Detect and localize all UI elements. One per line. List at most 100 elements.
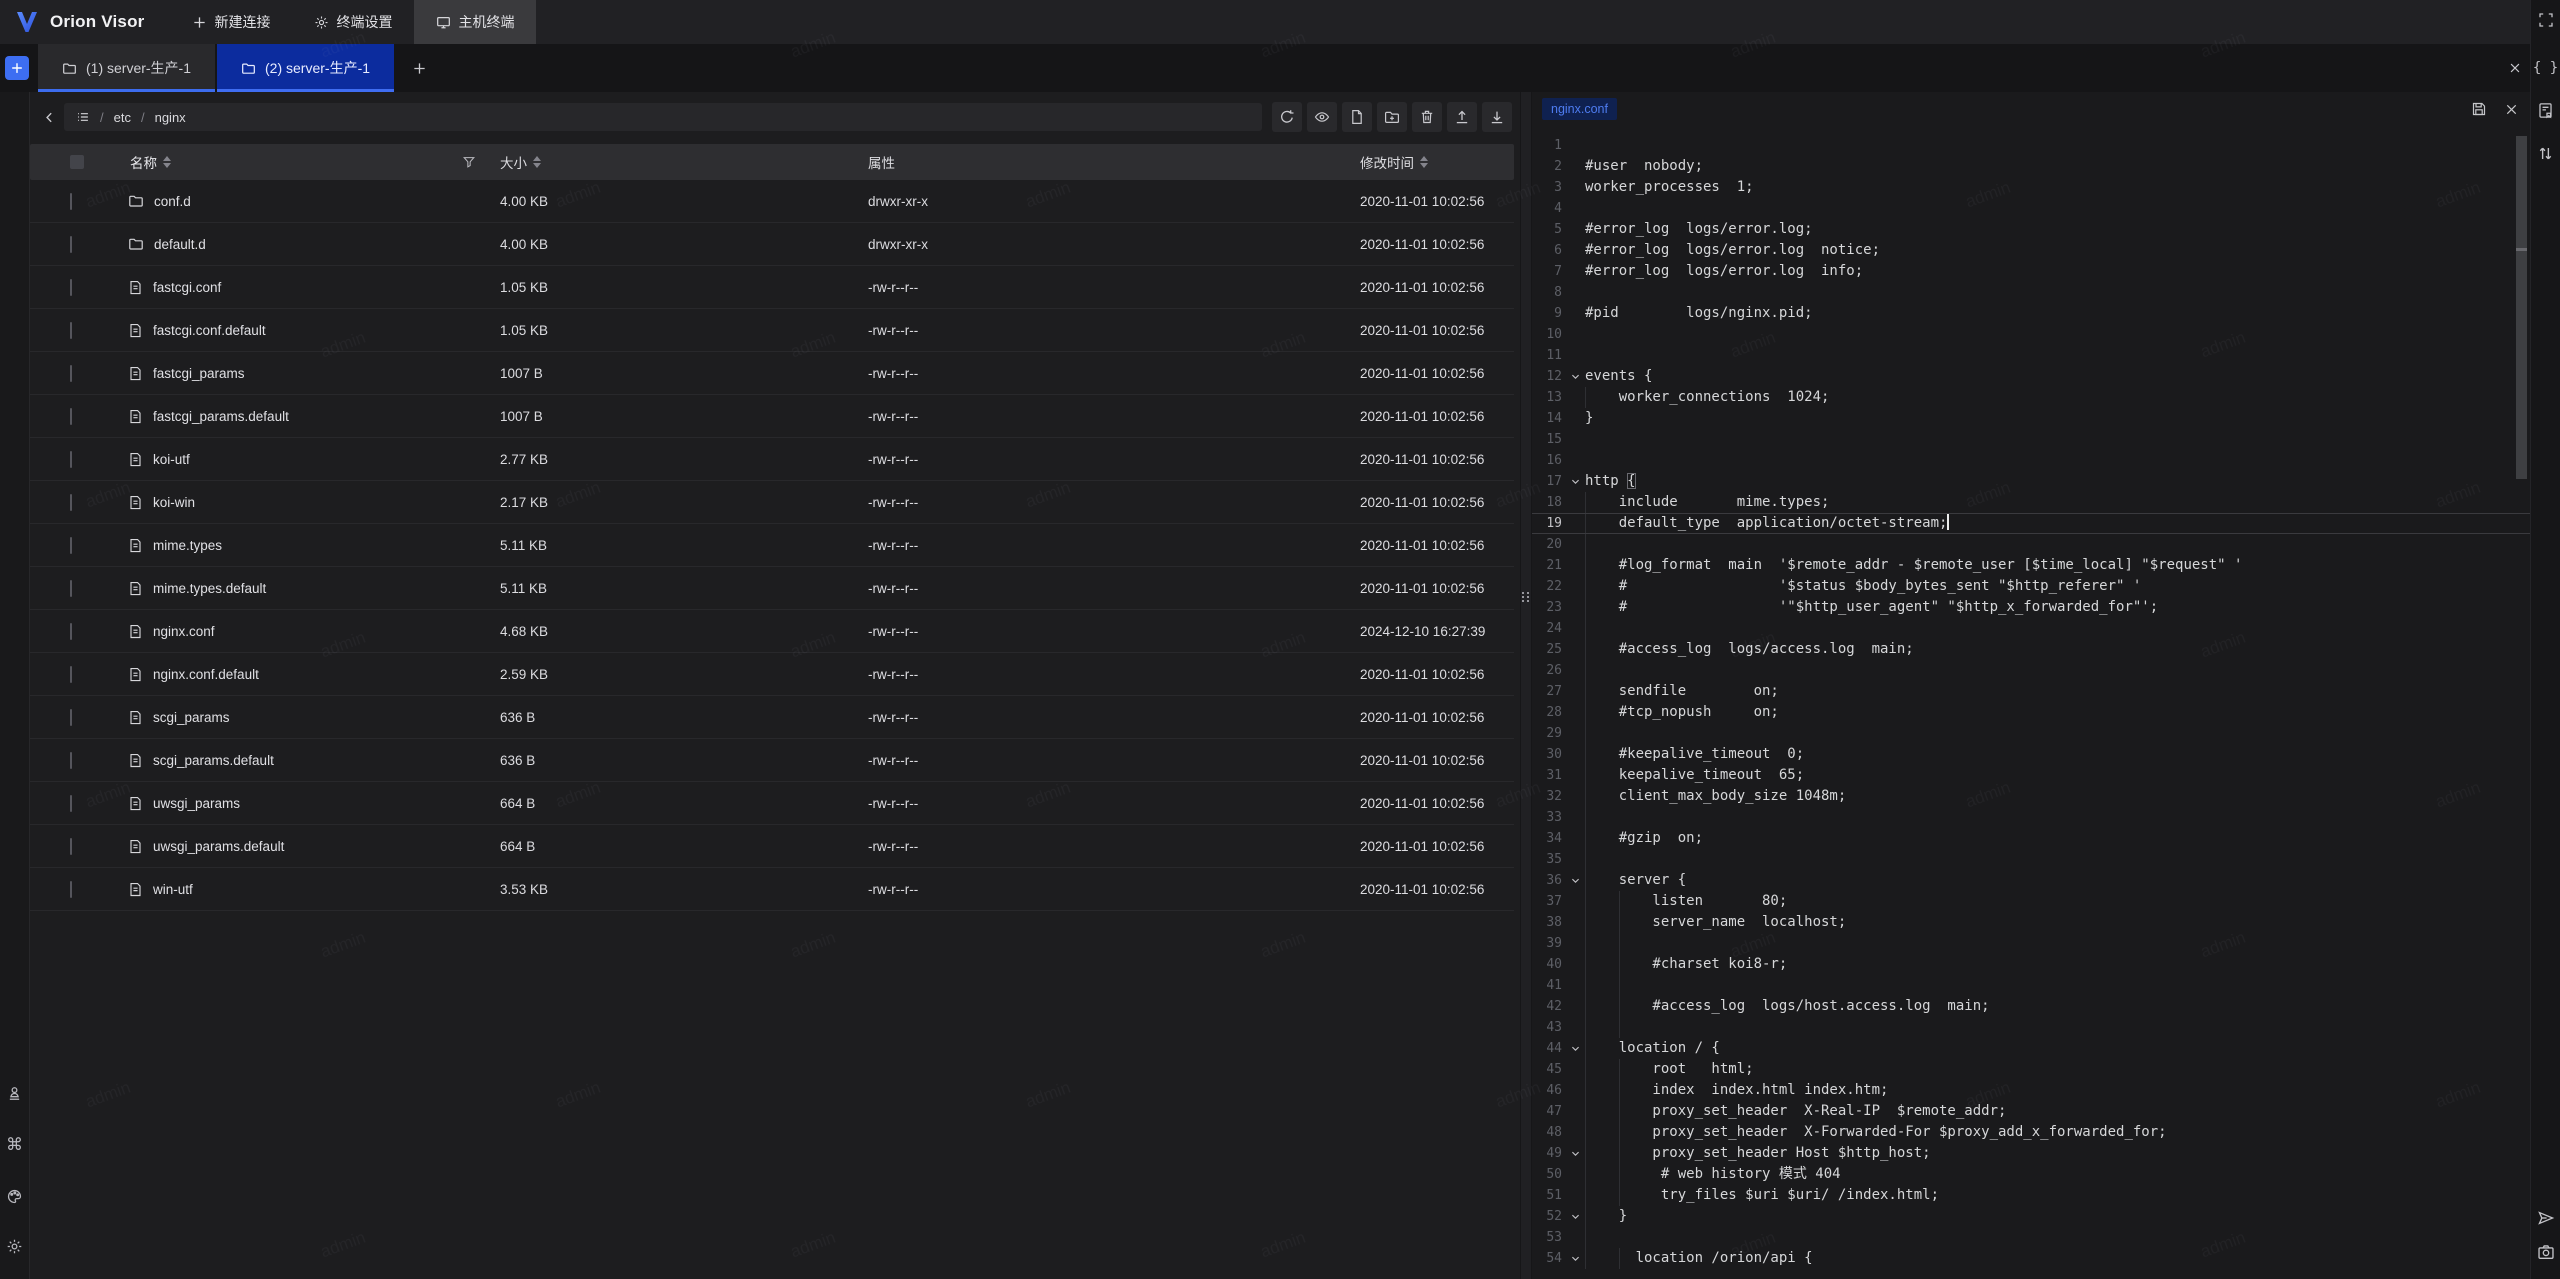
code-line[interactable]: 20: [1532, 534, 2530, 555]
filter-icon[interactable]: [462, 155, 476, 169]
row-checkbox[interactable]: [70, 408, 72, 425]
table-row[interactable]: nginx.conf4.68 KB-rw-r--r--2024-12-10 16…: [30, 610, 1514, 653]
theme-palette-icon[interactable]: [6, 1180, 23, 1213]
preview-button[interactable]: [1307, 102, 1337, 132]
code-line[interactable]: 23 # '"$http_user_agent" "$http_x_forwar…: [1532, 597, 2530, 618]
row-checkbox[interactable]: [70, 881, 72, 898]
code-line[interactable]: 11: [1532, 345, 2530, 366]
row-checkbox[interactable]: [70, 494, 72, 511]
row-checkbox[interactable]: [70, 451, 72, 468]
brand[interactable]: Orion Visor: [0, 0, 170, 44]
code-line[interactable]: 50 # web history 模式 404: [1532, 1164, 2530, 1185]
column-header-name[interactable]: 名称: [122, 152, 494, 172]
row-checkbox[interactable]: [70, 752, 72, 769]
column-header-mtime[interactable]: 修改时间: [1354, 152, 1514, 172]
nav-item-new-connection[interactable]: 新建连接: [170, 0, 292, 44]
code-line[interactable]: 8: [1532, 282, 2530, 303]
fold-toggle[interactable]: [1566, 1248, 1585, 1269]
table-row[interactable]: mime.types.default5.11 KB-rw-r--r--2020-…: [30, 567, 1514, 610]
table-row[interactable]: scgi_params.default636 B-rw-r--r--2020-1…: [30, 739, 1514, 782]
upload-button[interactable]: [1447, 102, 1477, 132]
new-file-button[interactable]: [1342, 102, 1372, 132]
code-line[interactable]: 54 location /orion/api {: [1532, 1248, 2530, 1269]
code-line[interactable]: 32 client_max_body_size 1048m;: [1532, 786, 2530, 807]
column-header-attr[interactable]: 属性: [862, 152, 1354, 172]
fold-toggle[interactable]: [1566, 471, 1585, 492]
row-checkbox[interactable]: [70, 623, 72, 640]
fold-toggle[interactable]: [1566, 870, 1585, 891]
code-line[interactable]: 18 include mime.types;: [1532, 492, 2530, 513]
nav-item-host-terminal[interactable]: 主机终端: [414, 0, 536, 44]
shortcuts-icon[interactable]: ⌘: [6, 1127, 23, 1163]
sort-icon[interactable]: [533, 156, 541, 168]
code-line[interactable]: 40 #charset koi8-r;: [1532, 954, 2530, 975]
code-line[interactable]: 19 default_type application/octet-stream…: [1532, 513, 2530, 534]
code-line[interactable]: 6#error_log logs/error.log notice;: [1532, 240, 2530, 261]
table-row[interactable]: default.d4.00 KBdrwxr-xr-x2020-11-01 10:…: [30, 223, 1514, 266]
new-folder-button[interactable]: [1377, 102, 1407, 132]
row-checkbox[interactable]: [70, 537, 72, 554]
save-button[interactable]: [2466, 96, 2492, 122]
fold-toggle[interactable]: [1566, 1206, 1585, 1227]
code-line[interactable]: 16: [1532, 450, 2530, 471]
code-line[interactable]: 26: [1532, 660, 2530, 681]
delete-button[interactable]: [1412, 102, 1442, 132]
code-line[interactable]: 39: [1532, 933, 2530, 954]
table-row[interactable]: fastcgi.conf1.05 KB-rw-r--r--2020-11-01 …: [30, 266, 1514, 309]
code-line[interactable]: 38 server_name localhost;: [1532, 912, 2530, 933]
code-line[interactable]: 2#user nobody;: [1532, 156, 2530, 177]
row-checkbox[interactable]: [70, 709, 72, 726]
code-line[interactable]: 27 sendfile on;: [1532, 681, 2530, 702]
code-line[interactable]: 15: [1532, 429, 2530, 450]
code-line[interactable]: 29: [1532, 723, 2530, 744]
code-braces-icon[interactable]: { }: [2533, 52, 2558, 84]
code-line[interactable]: 34 #gzip on;: [1532, 828, 2530, 849]
code-line[interactable]: 25 #access_log logs/access.log main;: [1532, 639, 2530, 660]
code-line[interactable]: 12events {: [1532, 366, 2530, 387]
code-line[interactable]: 33: [1532, 807, 2530, 828]
tab-server-2[interactable]: (2) server-生产-1: [217, 44, 394, 92]
row-checkbox[interactable]: [70, 580, 72, 597]
code-line[interactable]: 43: [1532, 1017, 2530, 1038]
code-line[interactable]: 41: [1532, 975, 2530, 996]
code-line[interactable]: 24: [1532, 618, 2530, 639]
nav-item-terminal-settings[interactable]: 终端设置: [292, 0, 414, 44]
code-line[interactable]: 52 }: [1532, 1206, 2530, 1227]
add-tab-button[interactable]: [396, 44, 443, 92]
table-row[interactable]: uwsgi_params664 B-rw-r--r--2020-11-01 10…: [30, 782, 1514, 825]
code-line[interactable]: 3worker_processes 1;: [1532, 177, 2530, 198]
table-row[interactable]: fastcgi_params.default1007 B-rw-r--r--20…: [30, 395, 1514, 438]
download-button[interactable]: [1482, 102, 1512, 132]
code-line[interactable]: 22 # '$status $body_bytes_sent "$http_re…: [1532, 576, 2530, 597]
code-line[interactable]: 37 listen 80;: [1532, 891, 2530, 912]
code-line[interactable]: 13 worker_connections 1024;: [1532, 387, 2530, 408]
path-breadcrumb[interactable]: / etc / nginx: [64, 103, 1262, 131]
file-bookmark-icon[interactable]: [2537, 94, 2554, 127]
open-file-tag[interactable]: nginx.conf: [1542, 98, 1617, 120]
code-line[interactable]: 44 location / {: [1532, 1038, 2530, 1059]
code-line[interactable]: 46 index index.html index.htm;: [1532, 1080, 2530, 1101]
new-connection-button[interactable]: [5, 56, 29, 80]
editor-scrollbar-thumb[interactable]: [2516, 136, 2527, 479]
fold-toggle[interactable]: [1566, 366, 1585, 387]
tab-server-1[interactable]: (1) server-生产-1: [38, 44, 215, 92]
code-line[interactable]: 5#error_log logs/error.log;: [1532, 219, 2530, 240]
code-line[interactable]: 21 #log_format main '$remote_addr - $rem…: [1532, 555, 2530, 576]
select-all-checkbox[interactable]: [70, 155, 84, 169]
code-line[interactable]: 10: [1532, 324, 2530, 345]
code-line[interactable]: 51 try_files $uri $uri/ /index.html;: [1532, 1185, 2530, 1206]
fold-toggle[interactable]: [1566, 1038, 1585, 1059]
row-checkbox[interactable]: [70, 193, 72, 210]
code-line[interactable]: 45 root html;: [1532, 1059, 2530, 1080]
row-checkbox[interactable]: [70, 322, 72, 339]
code-line[interactable]: 28 #tcp_nopush on;: [1532, 702, 2530, 723]
code-line[interactable]: 49 proxy_set_header Host $http_host;: [1532, 1143, 2530, 1164]
code-line[interactable]: 17http {: [1532, 471, 2530, 492]
row-checkbox[interactable]: [70, 838, 72, 855]
path-segment[interactable]: nginx: [155, 110, 186, 125]
panel-splitter[interactable]: [1520, 92, 1532, 1279]
close-panel-button[interactable]: [2500, 44, 2530, 92]
table-row[interactable]: scgi_params636 B-rw-r--r--2020-11-01 10:…: [30, 696, 1514, 739]
row-checkbox[interactable]: [70, 279, 72, 296]
sort-transfer-icon[interactable]: [2537, 137, 2554, 170]
